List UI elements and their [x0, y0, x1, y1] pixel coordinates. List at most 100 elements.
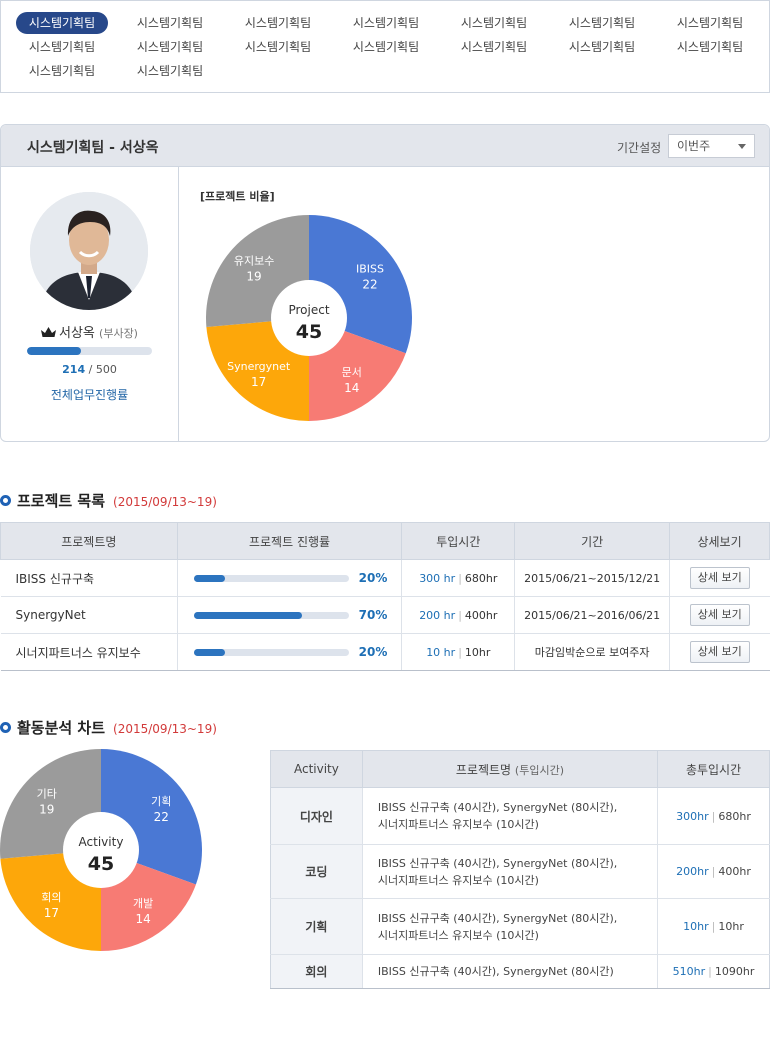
detail-cell: 상세 보기	[669, 596, 770, 634]
activity-project-line: 시너지파트너스 유지보수 (10시간)	[377, 928, 539, 942]
avatar	[30, 192, 148, 310]
team-tab-2[interactable]: 시스템기획팀	[124, 12, 216, 34]
col-header-period: 기간	[514, 522, 671, 560]
project-hours-cell: 200 hr | 400hr	[401, 596, 515, 634]
col-header-hours: 투입시간	[401, 522, 516, 560]
project-progress-cell: 70%	[176, 596, 402, 634]
detail-cell: 상세 보기	[669, 633, 770, 671]
activity-pie-slice-value: 14	[136, 912, 151, 926]
activity-project-line: IBISS 신규구축 (40시간), SynergyNet (80시간),	[377, 801, 618, 814]
team-tab-16[interactable]: 시스템기획팀	[124, 60, 216, 82]
col-header-progress: 프로젝트 진행률	[176, 522, 403, 560]
team-tab-3[interactable]: 시스템기획팀	[232, 12, 324, 34]
team-tab-5[interactable]: 시스템기획팀	[448, 12, 540, 34]
project-section-label: 프로젝트 목록	[17, 492, 106, 510]
hours-total: 680hr	[464, 571, 498, 585]
project-pie-slice-value: 17	[251, 375, 266, 389]
table-row: SynergyNet 70% 200 hr | 400hr 2015/06/21~2016…	[0, 596, 770, 634]
team-tab-8[interactable]: 시스템기획팀	[16, 36, 108, 58]
team-tab-11[interactable]: 시스템기획팀	[340, 36, 432, 58]
hours-separator: |	[458, 608, 462, 622]
col-header-name: 프로젝트명	[0, 522, 178, 560]
project-pie-center-value: 45	[296, 321, 322, 343]
project-pie-slice-value: 19	[246, 270, 261, 284]
activity-pie-slice-label: 기획	[151, 795, 171, 808]
project-pie-slice-label: Synergynet	[227, 360, 291, 373]
activity-pie-slice-label: 회의	[41, 891, 61, 904]
col-header-activity: Activity	[270, 750, 363, 788]
activity-project-line: IBISS 신규구축 (40시간), SynergyNet (80시간),	[377, 856, 618, 870]
activity-pie-chart: 기획 22 개발 14 회의 17 기타 19 Activity 45	[0, 749, 202, 951]
team-tab-bar: 시스템기획팀 시스템기획팀 시스템기획팀 시스템기획팀 시스템기획팀 시스템기획팀 시스템기…	[0, 0, 770, 93]
hours-separator: |	[711, 809, 716, 823]
project-name: IBISS 신규구축	[0, 559, 178, 597]
hours-total: 1090hr	[714, 965, 755, 978]
project-progress-cell: 20%	[176, 633, 402, 671]
activity-projects-cell: IBISS 신규구축 (40시간), SynergyNet (80시간)	[361, 954, 658, 989]
table-row: IBISS 신규구축 20% 300 hr | 680hr 2015/06/21~2015…	[0, 559, 770, 597]
project-ratio-title: [프로젝트 비율]	[200, 190, 275, 203]
col-header-project: 프로젝트명 (투입시간)	[361, 750, 659, 788]
detail-view-button[interactable]: 상세 보기	[689, 641, 750, 663]
project-period: 2015/06/21~2016/06/21	[514, 596, 670, 634]
profile-name: 서상옥	[59, 326, 95, 341]
activity-name: 기획	[270, 898, 363, 955]
activity-section-title: 활동분석 차트 (2015/09/13~19)	[0, 717, 217, 738]
overall-progress-fill	[27, 347, 81, 355]
project-hours-cell: 10 hr | 10hr	[401, 633, 515, 671]
team-tab-12[interactable]: 시스템기획팀	[448, 36, 540, 58]
team-tab-6[interactable]: 시스템기획팀	[556, 12, 648, 34]
team-tab-1[interactable]: 시스템기획팀	[16, 12, 108, 34]
detail-view-button[interactable]: 상세 보기	[689, 604, 750, 626]
hours-used: 300 hr	[419, 571, 456, 585]
activity-hours-cell: 10hr | 10hr	[657, 898, 770, 955]
team-tab-9[interactable]: 시스템기획팀	[124, 36, 216, 58]
detail-view-button[interactable]: 상세 보기	[689, 567, 750, 589]
hours-separator: |	[458, 645, 462, 659]
project-progress-fill	[193, 648, 225, 656]
panel-header: 시스템기획팀 - 서상옥 기간설정 이번주	[1, 125, 769, 167]
team-tab-7[interactable]: 시스템기획팀	[664, 12, 756, 34]
detail-cell: 상세 보기	[669, 559, 770, 597]
project-pie-slice-value: 22	[362, 277, 377, 291]
project-name: 시너지파트너스 유지보수	[0, 633, 178, 671]
project-progress-cell: 20%	[176, 559, 402, 597]
person-avatar-icon	[30, 192, 148, 310]
activity-project-line: 시너지파트너스 유지보수 (10시간)	[377, 873, 539, 887]
activity-pie-slice-label: 기타	[37, 787, 57, 800]
col-header-detail: 상세보기	[669, 522, 770, 560]
activity-pie-center-hole	[63, 812, 139, 888]
team-tab-14[interactable]: 시스템기획팀	[664, 36, 756, 58]
project-progress-bar	[193, 611, 349, 619]
activity-pie-slice-value: 19	[39, 802, 54, 816]
activity-project-line: IBISS 신규구축 (40시간), SynergyNet (80시간)	[377, 965, 614, 978]
progress-total: 500	[95, 363, 117, 376]
hours-used: 510hr	[672, 965, 706, 978]
activity-section-date: (2015/09/13~19)	[113, 722, 217, 736]
team-tab-10[interactable]: 시스템기획팀	[232, 36, 324, 58]
hours-used: 200 hr	[419, 608, 456, 622]
activity-projects-cell: IBISS 신규구축 (40시간), SynergyNet (80시간), 시너지…	[361, 898, 658, 955]
hours-used: 10hr	[683, 920, 709, 933]
team-tab-15[interactable]: 시스템기획팀	[16, 60, 108, 82]
table-row: 디자인 IBISS 신규구축 (40시간), SynergyNet (80시간),…	[270, 787, 770, 845]
section-bullet-icon	[0, 722, 11, 733]
chevron-down-icon	[738, 144, 746, 149]
hours-used: 10 hr	[426, 645, 456, 659]
profile-name-row: 서상옥 (부사장)	[1, 322, 178, 341]
team-tab-4[interactable]: 시스템기획팀	[340, 12, 432, 34]
team-tab-13[interactable]: 시스템기획팀	[556, 36, 648, 58]
crown-icon	[41, 327, 56, 337]
period-select[interactable]: 이번주	[668, 134, 755, 158]
project-progress-bar	[193, 574, 349, 582]
profile-panel: 시스템기획팀 - 서상옥 기간설정 이번주 서상옥 (부사장) 214 / 50…	[0, 124, 770, 442]
project-progress-fill	[193, 574, 225, 582]
activity-projects-cell: IBISS 신규구축 (40시간), SynergyNet (80시간), 시너지…	[361, 787, 658, 845]
panel-divider	[178, 167, 179, 441]
project-progress-bar	[193, 648, 349, 656]
activity-pie-center-label: Activity	[79, 835, 124, 849]
project-section-date: (2015/09/13~19)	[113, 495, 217, 509]
project-progress-percent: 20%	[358, 571, 388, 586]
progress-label: 전체업무진행률	[50, 388, 129, 402]
activity-pie-slice-label: 개발	[133, 897, 153, 910]
